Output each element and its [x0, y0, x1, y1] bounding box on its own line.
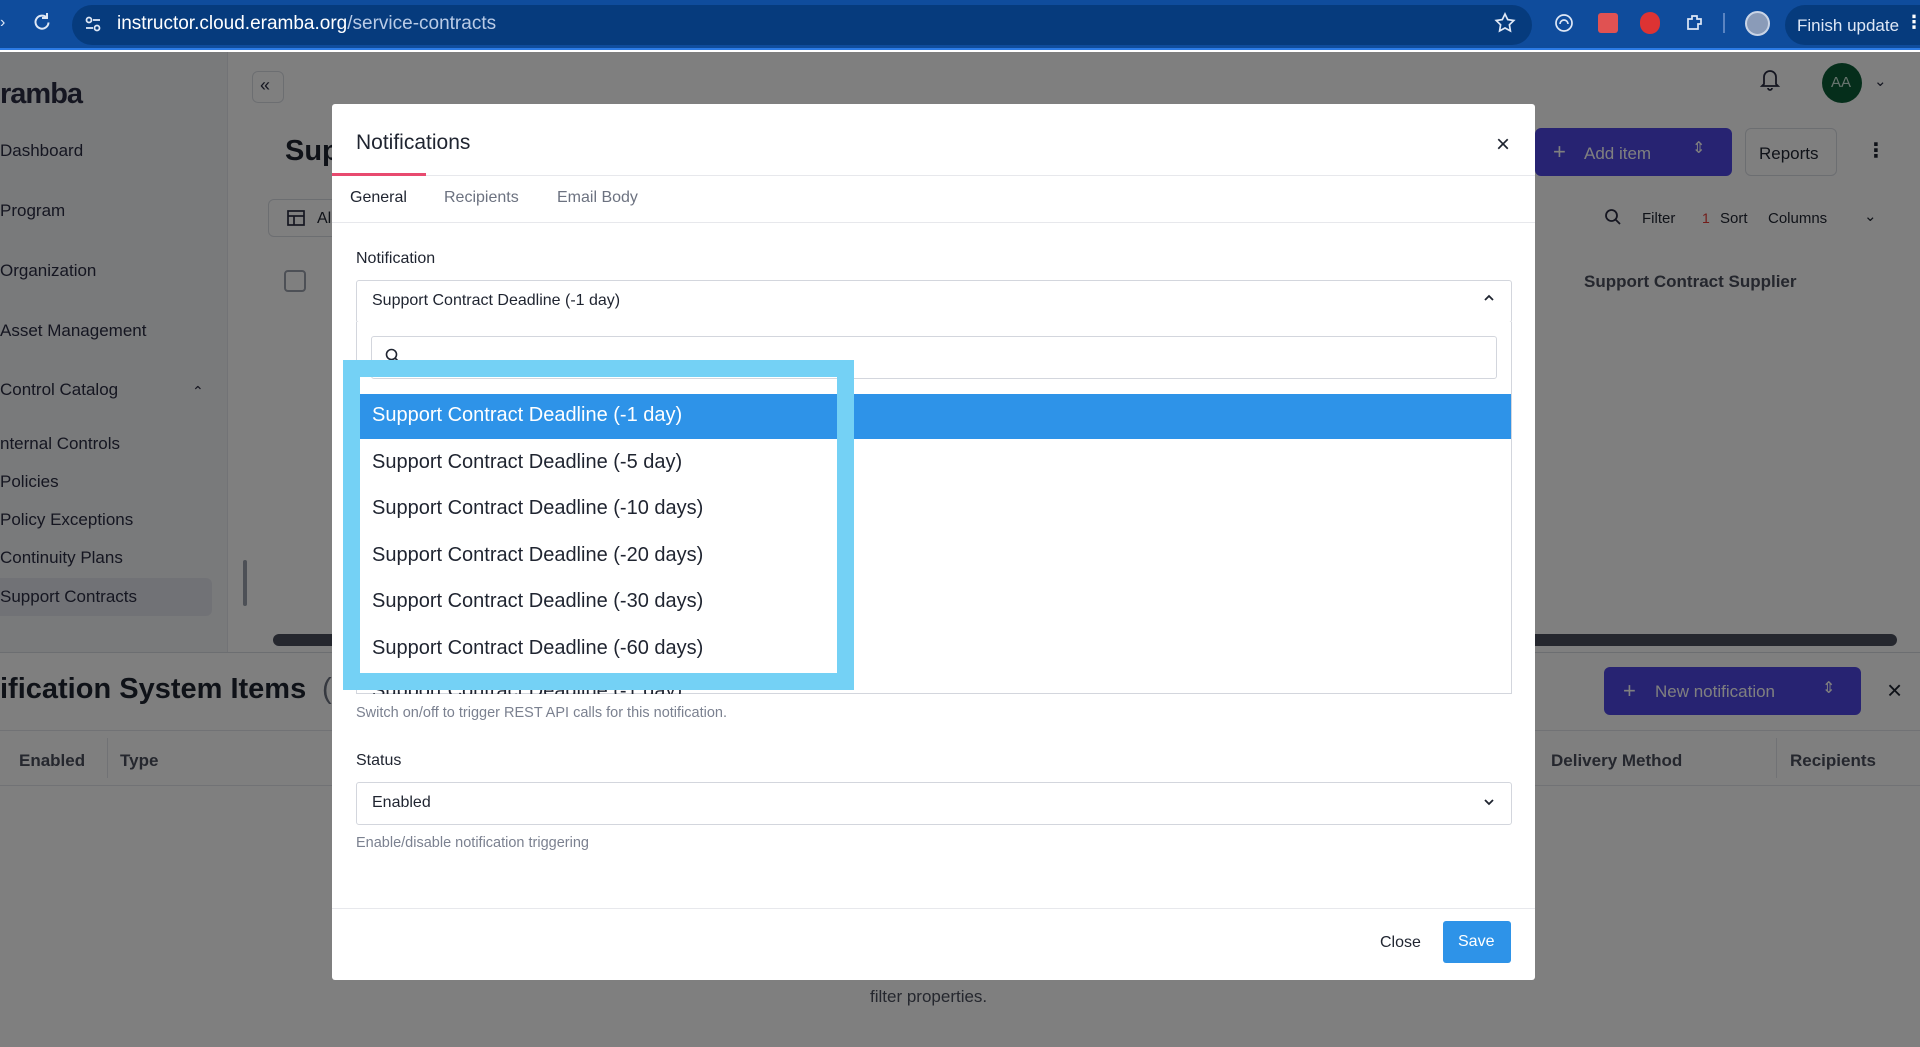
- notification-select-value: Support Contract Deadline (-1 day): [372, 292, 621, 309]
- extension-red-icon[interactable]: [1598, 13, 1618, 33]
- status-select-value: Enabled: [372, 794, 431, 811]
- modal-title: Notifications: [356, 131, 471, 154]
- highlight-callout-box: [343, 360, 854, 690]
- profile-avatar-icon[interactable]: [1745, 11, 1770, 36]
- browser-menu-icon[interactable]: ⋮: [1905, 12, 1920, 33]
- active-tab-underline: [332, 173, 426, 176]
- notification-select[interactable]: Support Contract Deadline (-1 day): [356, 280, 1512, 323]
- modal-header-divider: [332, 175, 1535, 176]
- status-select[interactable]: Enabled: [356, 782, 1512, 825]
- tab-recipients[interactable]: Recipients: [444, 189, 519, 207]
- finish-update-button[interactable]: Finish update: [1785, 5, 1920, 45]
- status-help-text: Enable/disable notification triggering: [356, 835, 589, 851]
- forward-icon[interactable]: ›: [0, 14, 5, 32]
- toolbar-divider: [1723, 13, 1725, 33]
- modal-footer-divider: [332, 908, 1535, 909]
- tab-email-body[interactable]: Email Body: [557, 189, 638, 207]
- extensions-puzzle-icon[interactable]: [1684, 12, 1706, 34]
- modal-close-icon[interactable]: ×: [1496, 131, 1510, 159]
- chevron-down-icon[interactable]: [1483, 797, 1495, 807]
- status-label: Status: [356, 752, 402, 769]
- tabs-divider: [332, 222, 1535, 223]
- reload-icon[interactable]: [32, 12, 52, 32]
- chevron-up-icon[interactable]: [1483, 293, 1495, 303]
- close-button[interactable]: Close: [1380, 934, 1421, 952]
- rest-api-help-text: Switch on/off to trigger REST API calls …: [356, 705, 727, 721]
- url-path: /service-contracts: [347, 13, 497, 34]
- extension-fingerprint-icon[interactable]: [1553, 12, 1575, 34]
- tab-general[interactable]: General: [350, 189, 407, 207]
- save-button[interactable]: Save: [1443, 921, 1511, 963]
- notification-label: Notification: [356, 250, 436, 267]
- extension-shield-icon[interactable]: [1640, 12, 1660, 34]
- url-text[interactable]: instructor.cloud.eramba.org/service-cont…: [117, 13, 496, 35]
- bookmark-star-icon[interactable]: [1494, 12, 1516, 34]
- site-settings-icon[interactable]: [83, 14, 103, 34]
- url-host: instructor.cloud.eramba.org: [117, 13, 348, 34]
